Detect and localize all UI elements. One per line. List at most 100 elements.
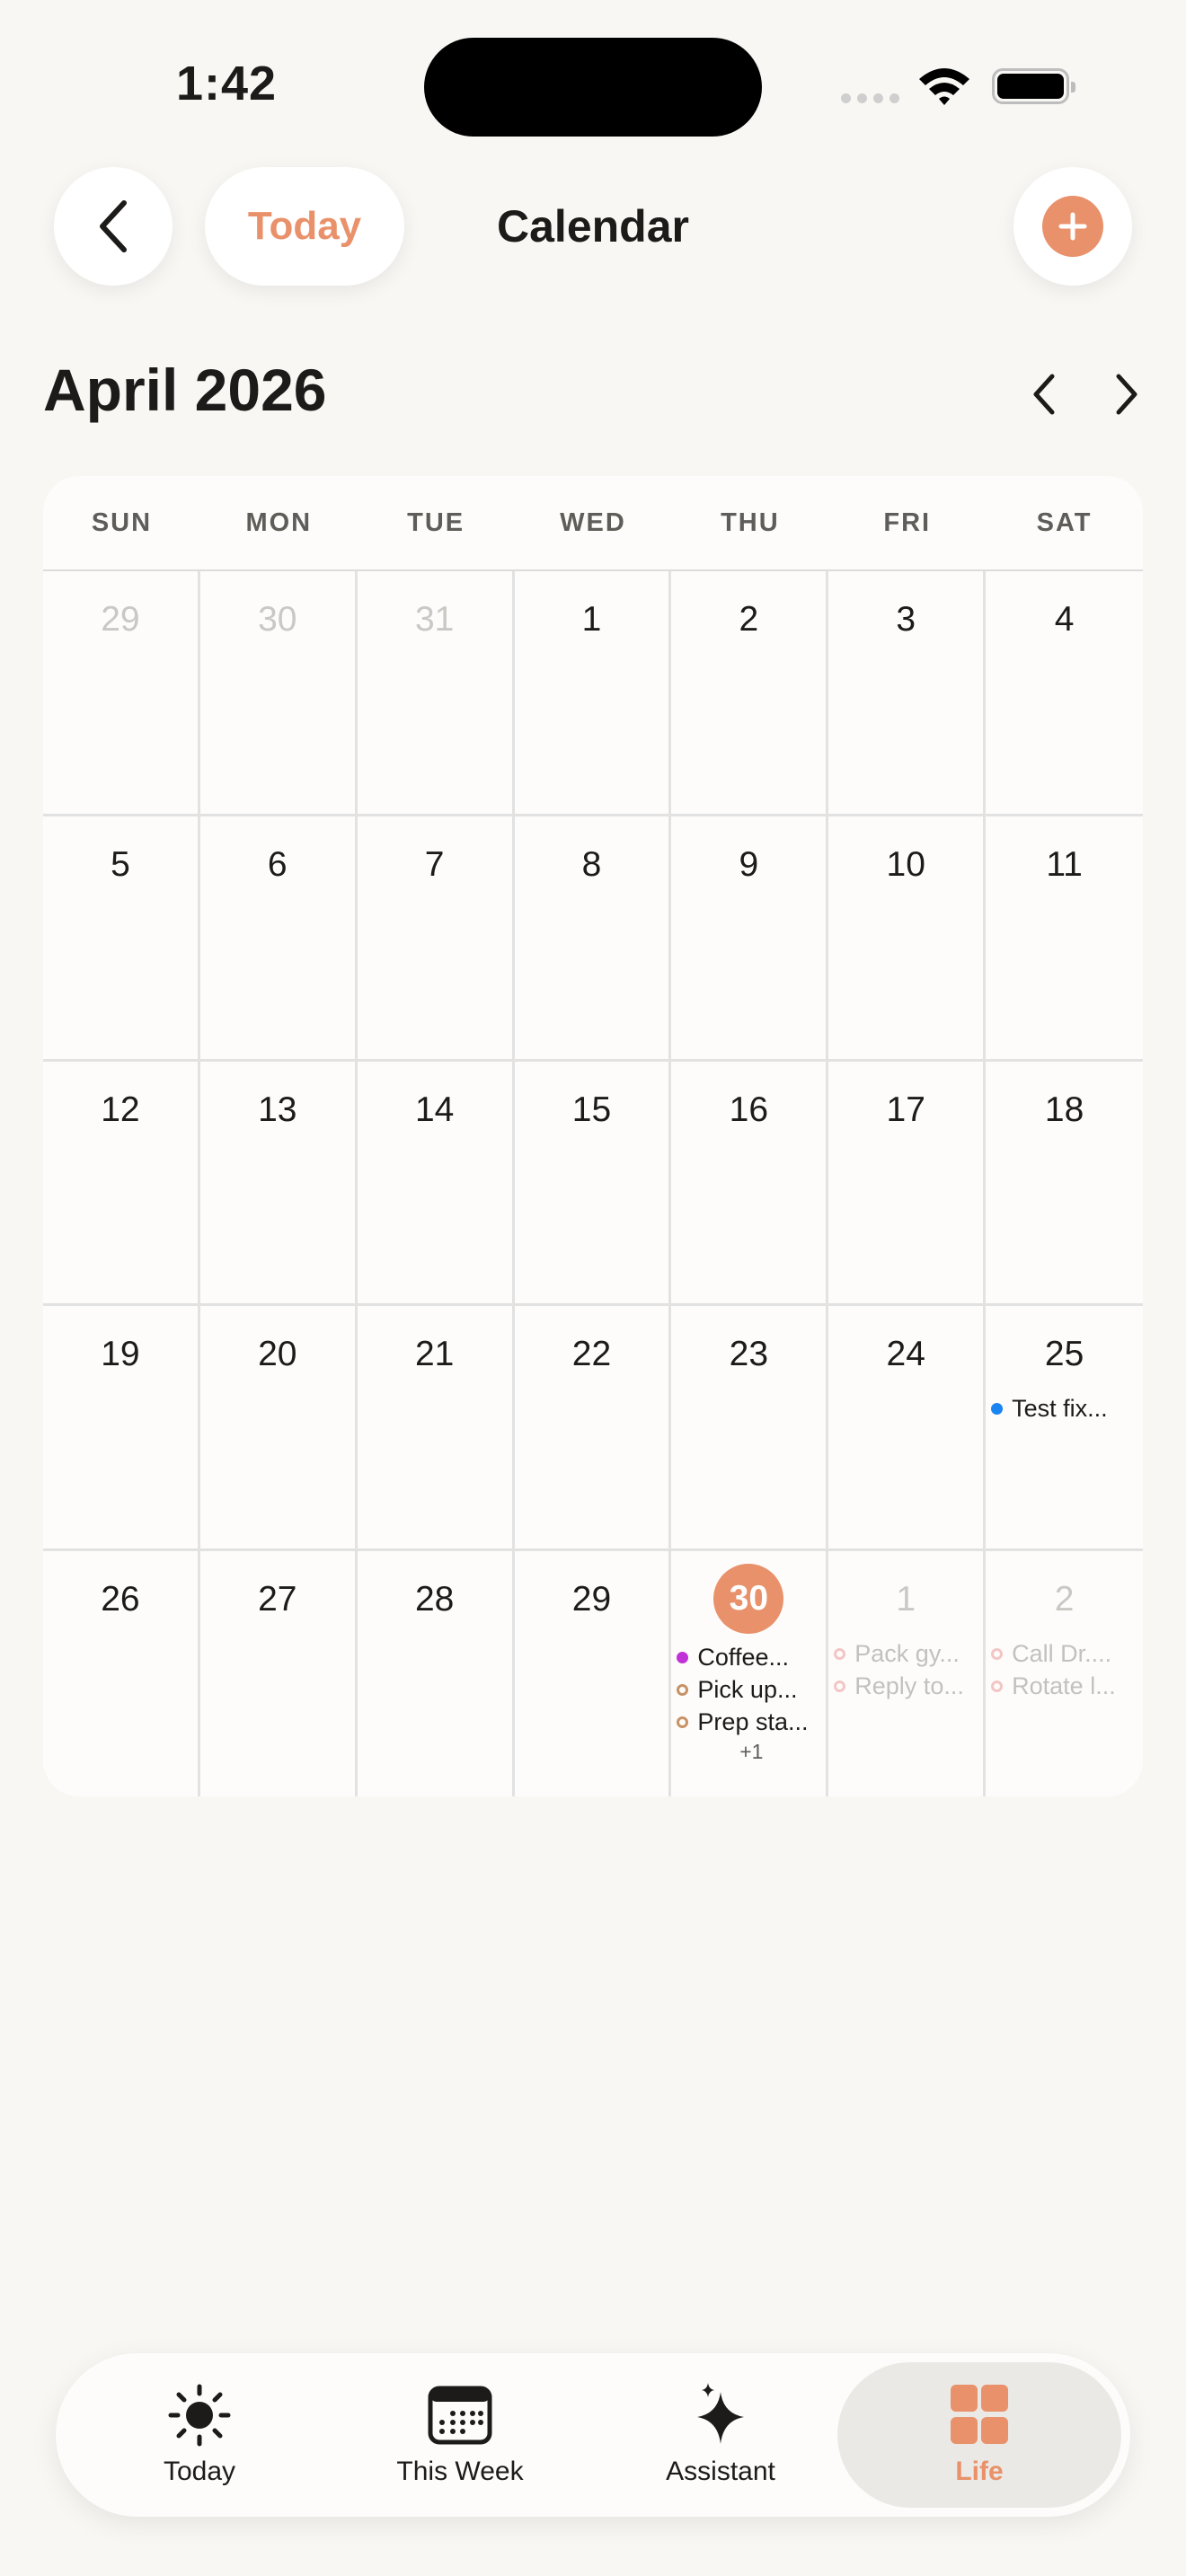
day-number: 1 — [896, 1580, 916, 1619]
previous-month-button[interactable] — [1019, 365, 1069, 424]
day-number: 28 — [414, 1580, 455, 1619]
day-cell[interactable]: 10 — [828, 816, 987, 1062]
event-list: Test fix... — [986, 1392, 1143, 1425]
event-item[interactable]: Pick up... — [677, 1673, 826, 1706]
day-cell[interactable]: 24 — [828, 1306, 987, 1552]
day-cell[interactable]: 13 — [199, 1061, 358, 1307]
event-title: Rotate l... — [1012, 1672, 1116, 1699]
day-cell[interactable]: 29 — [515, 1551, 672, 1796]
day-number: 8 — [581, 844, 602, 884]
weekday-label: SUN — [91, 507, 153, 537]
day-cell[interactable]: 11 — [986, 816, 1143, 1062]
day-cell[interactable]: 4 — [986, 571, 1143, 816]
day-number: 6 — [267, 844, 288, 884]
grid-icon — [951, 2385, 1008, 2444]
event-item[interactable]: Pack gy... — [834, 1637, 983, 1670]
day-cell[interactable]: 15 — [514, 1061, 672, 1307]
event-title: Coffee... — [697, 1643, 789, 1671]
day-cell[interactable]: 18 — [986, 1062, 1143, 1307]
event-item[interactable]: Call Dr.... — [991, 1637, 1143, 1670]
day-cell[interactable]: 29 — [43, 571, 200, 816]
day-cell[interactable]: 27 — [200, 1551, 358, 1796]
day-cell[interactable]: 30 — [199, 571, 358, 816]
day-cell[interactable]: 16 — [671, 1061, 829, 1307]
event-item[interactable]: Reply to... — [834, 1670, 983, 1702]
day-cell[interactable]: 8 — [514, 816, 672, 1062]
today-button[interactable]: Today — [205, 167, 404, 286]
day-number: 30 — [713, 1564, 784, 1635]
chevron-left-icon — [100, 200, 127, 252]
event-item[interactable]: Coffee... — [677, 1641, 826, 1673]
day-cell[interactable]: 14 — [357, 1061, 515, 1307]
day-number: 31 — [414, 600, 455, 639]
weekday-label: FRI — [883, 507, 932, 537]
day-cell[interactable]: 2 — [671, 571, 829, 816]
wifi-icon — [919, 68, 969, 105]
sparkle-icon — [697, 2383, 744, 2444]
day-cell[interactable]: 9 — [671, 816, 829, 1062]
event-title: Pack gy... — [854, 1639, 960, 1667]
day-cell[interactable]: 23 — [671, 1306, 829, 1552]
event-title: Call Dr.... — [1012, 1639, 1112, 1667]
day-cell[interactable]: 19 — [43, 1306, 200, 1552]
day-cell[interactable]: 21 — [357, 1306, 515, 1552]
day-cell[interactable]: 20 — [199, 1306, 358, 1552]
event-item[interactable]: Rotate l... — [991, 1670, 1143, 1702]
day-cell[interactable]: 31 — [357, 571, 515, 816]
day-number: 19 — [101, 1335, 140, 1374]
day-cell[interactable]: 2 Call Dr.... Rotate l... — [986, 1551, 1143, 1796]
task-circle-icon — [677, 1716, 689, 1728]
day-cell[interactable]: 28 — [358, 1551, 515, 1796]
day-cell[interactable]: 22 — [514, 1306, 672, 1552]
event-list: Call Dr.... Rotate l... — [986, 1637, 1143, 1702]
day-cell-today[interactable]: 30 Coffee... Pick up... Prep sta... +1 — [671, 1551, 829, 1796]
back-button[interactable] — [54, 167, 173, 286]
weekday-label: TUE — [407, 507, 465, 537]
tab-this-week[interactable]: This Week — [352, 2362, 568, 2508]
event-item[interactable]: Prep sta... — [677, 1706, 826, 1738]
day-cell[interactable]: 6 — [199, 816, 358, 1062]
day-number: 9 — [739, 844, 759, 884]
day-number: 29 — [101, 600, 140, 639]
event-title: Prep sta... — [697, 1707, 809, 1735]
month-days: 29 30 31 1 2 3 4 5 6 7 8 9 10 11 12 13 14 15 16 17 18 19 20 21 2… — [43, 571, 1143, 1796]
tab-today[interactable]: Today — [92, 2362, 307, 2508]
tab-life[interactable]: Life — [837, 2362, 1121, 2508]
tab-label: Today — [163, 2457, 236, 2486]
day-number: 4 — [1054, 600, 1075, 639]
calendar-grid: SUN MON TUE WED THU FRI SAT 29 30 31 1 2 3 4 5 6… — [43, 476, 1143, 1796]
month-label: April 2026 — [43, 357, 327, 423]
task-circle-icon — [834, 1680, 846, 1692]
dynamic-island — [424, 38, 762, 137]
day-number: 7 — [424, 844, 445, 884]
day-cell[interactable]: 17 — [828, 1061, 987, 1307]
day-number: 23 — [729, 1335, 769, 1374]
weekday-label: THU — [721, 507, 780, 537]
day-cell[interactable]: 3 — [828, 571, 987, 816]
next-month-button[interactable] — [1102, 365, 1152, 424]
day-cell[interactable]: 1 Pack gy... Reply to... — [828, 1551, 987, 1796]
day-number: 26 — [101, 1580, 140, 1619]
day-cell[interactable]: 5 — [43, 816, 200, 1062]
add-event-button[interactable] — [1013, 167, 1132, 286]
day-number: 20 — [258, 1335, 297, 1374]
day-cell[interactable]: 26 — [43, 1551, 200, 1796]
event-item[interactable]: Test fix... — [991, 1392, 1143, 1425]
weekday-label: WED — [560, 507, 626, 537]
day-cell[interactable]: 7 — [357, 816, 515, 1062]
day-cell[interactable]: 1 — [514, 571, 672, 816]
tab-label: Assistant — [666, 2457, 775, 2486]
tab-assistant[interactable]: Assistant — [613, 2362, 828, 2508]
day-number: 21 — [414, 1335, 455, 1374]
day-number: 2 — [739, 600, 759, 639]
day-cell[interactable]: 12 — [43, 1061, 200, 1307]
day-number: 1 — [581, 600, 602, 639]
day-cell[interactable]: 25 Test fix... — [986, 1306, 1143, 1552]
event-list: Coffee... Pick up... Prep sta... +1 — [671, 1641, 826, 1764]
more-events-count[interactable]: +1 — [677, 1740, 826, 1764]
sun-icon — [168, 2384, 231, 2447]
day-number: 30 — [258, 600, 297, 639]
day-number: 14 — [414, 1090, 455, 1129]
day-number: 15 — [571, 1090, 612, 1129]
task-circle-icon — [991, 1680, 1004, 1692]
